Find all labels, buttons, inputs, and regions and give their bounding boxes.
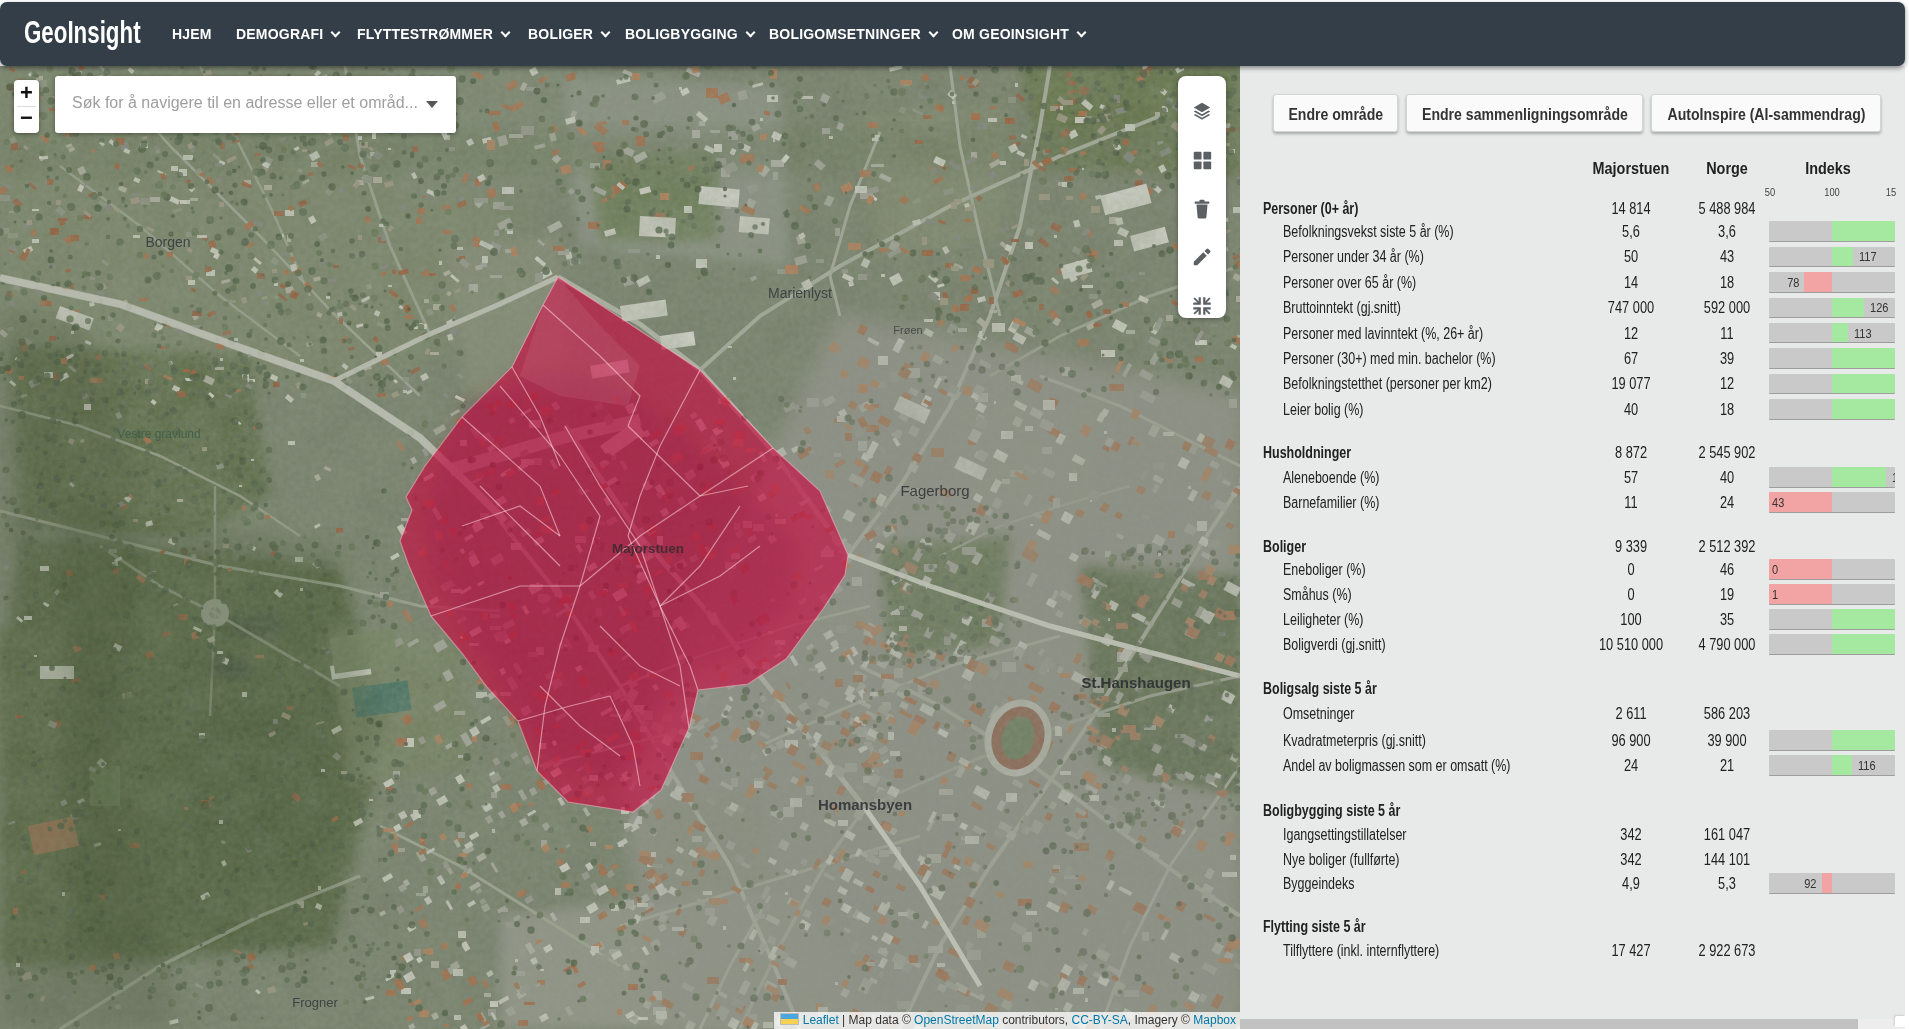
- svg-text:Majorstuen: Majorstuen: [612, 541, 684, 556]
- svg-text:Frøen: Frøen: [893, 324, 922, 336]
- svg-text:Fagerborg: Fagerborg: [900, 482, 969, 499]
- svg-text:Frogner: Frogner: [292, 995, 338, 1010]
- svg-text:Borgen: Borgen: [145, 234, 190, 250]
- svg-text:Vestre gravlund: Vestre gravlund: [117, 427, 200, 441]
- svg-text:St.Hanshaugen: St.Hanshaugen: [1081, 674, 1190, 691]
- svg-text:Marienlyst: Marienlyst: [768, 285, 832, 301]
- svg-text:Homansbyen: Homansbyen: [818, 796, 912, 813]
